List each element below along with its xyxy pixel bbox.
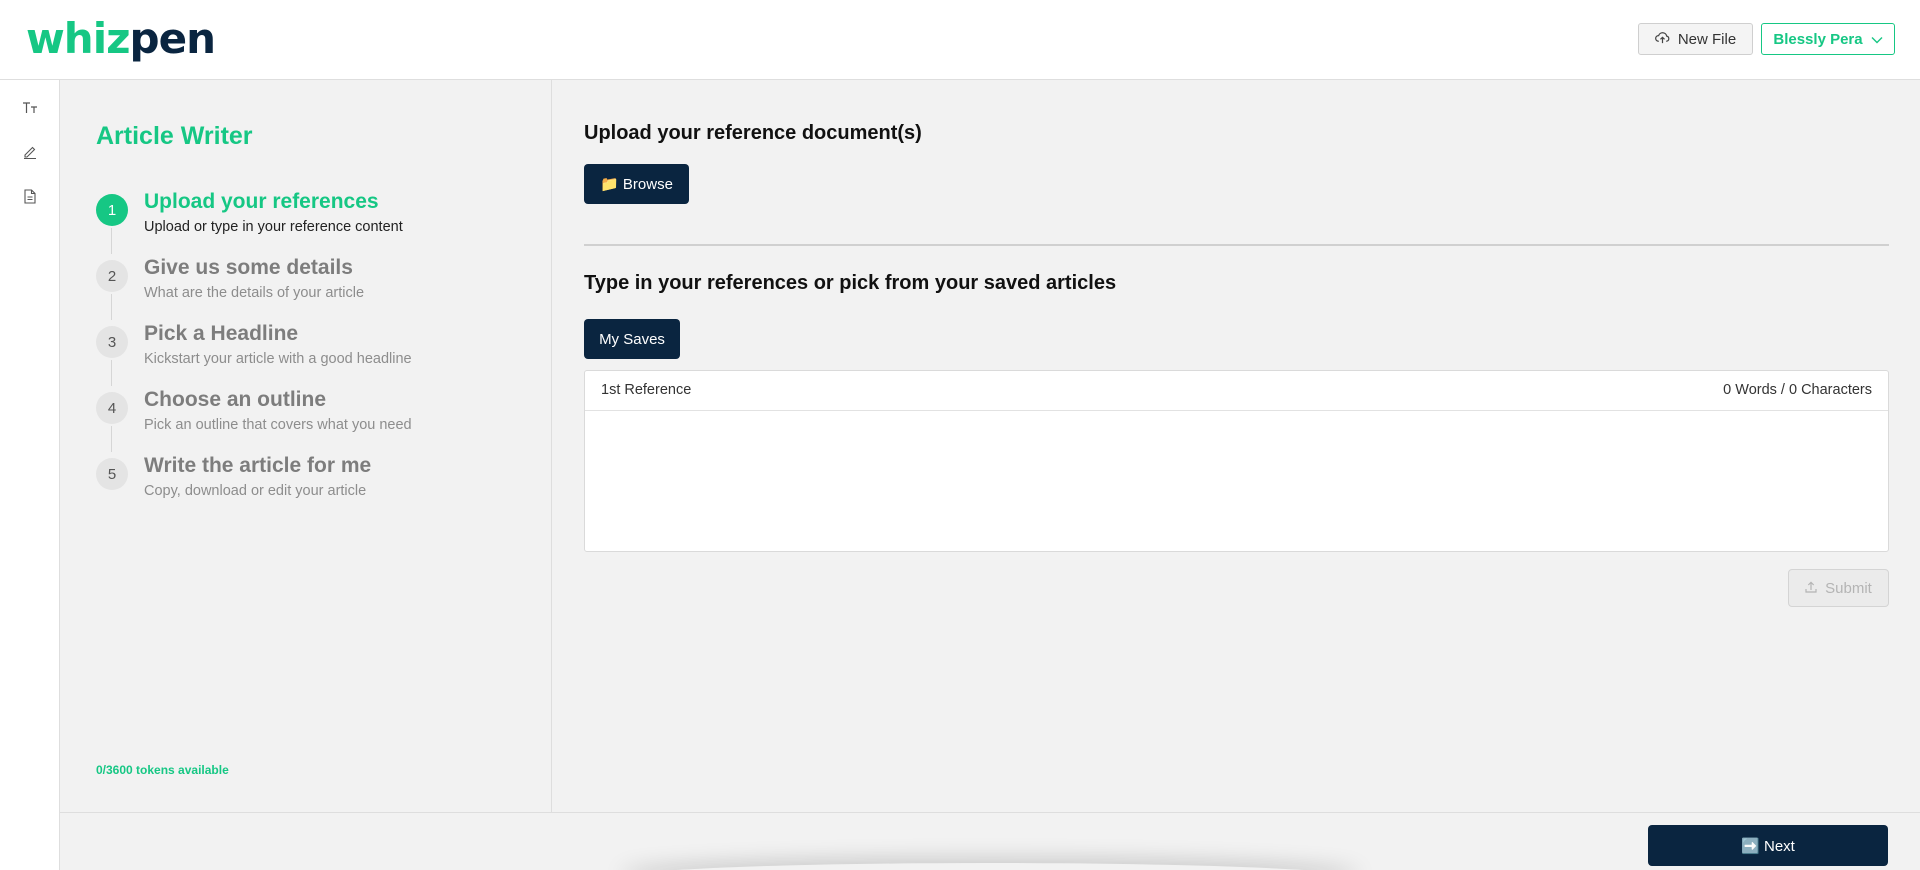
my-saves-button[interactable]: My Saves (584, 319, 680, 359)
step-subtitle: Kickstart your article with a good headl… (144, 351, 412, 367)
step-subtitle: Upload or type in your reference content (144, 219, 403, 235)
step-number: 2 (96, 260, 128, 292)
reference-label: 1st Reference (601, 382, 692, 398)
section-divider (584, 244, 1889, 246)
step-title: Write the article for me (144, 454, 372, 477)
step-title: Give us some details (144, 256, 353, 279)
step-title: Pick a Headline (144, 322, 299, 345)
main-content: Upload your reference document(s) 📁 Brow… (553, 80, 1920, 812)
top-bar: whizpen New File Blessly Pera (0, 0, 1920, 80)
submit-button[interactable]: Submit (1788, 569, 1889, 607)
step-title: Choose an outline (144, 388, 327, 411)
step-title: Upload your references (144, 190, 379, 213)
word-character-count: 0 Words / 0 Characters (1723, 382, 1872, 398)
tokens-available: 0/3600 tokens available (96, 763, 229, 777)
pencil-icon[interactable] (20, 142, 40, 162)
step-number: 4 (96, 392, 128, 424)
type-references-heading: Type in your references or pick from you… (584, 272, 1117, 294)
user-menu-button[interactable]: Blessly Pera (1761, 23, 1895, 55)
document-icon[interactable] (20, 186, 40, 206)
bottom-bar: ➡️ Next (60, 812, 1920, 870)
reference-textarea[interactable] (585, 412, 1888, 551)
new-file-label: New File (1677, 30, 1737, 48)
upload-heading: Upload your reference document(s) (584, 122, 922, 144)
step-number: 3 (96, 326, 128, 358)
step-connector (111, 360, 112, 386)
reference-box: 1st Reference 0 Words / 0 Characters (584, 370, 1889, 552)
new-file-button[interactable]: New File (1638, 23, 1753, 55)
whizpen-logo[interactable]: whizpen (26, 14, 216, 63)
step-connector (111, 294, 112, 320)
user-name: Blessly Pera (1773, 30, 1863, 48)
left-rail (0, 80, 60, 870)
text-size-icon[interactable] (20, 98, 40, 118)
chevron-down-icon (1871, 31, 1883, 48)
step-number: 1 (96, 194, 128, 226)
step-subtitle: Pick an outline that covers what you nee… (144, 417, 412, 433)
panel-title: Article Writer (96, 122, 253, 150)
step-subtitle: Copy, download or edit your article (144, 483, 367, 499)
next-button[interactable]: ➡️ Next (1648, 825, 1888, 866)
bottom-shadow (620, 863, 1360, 870)
logo-part-whiz: whiz (26, 14, 131, 63)
submit-label: Submit (1825, 579, 1872, 597)
step-subtitle: What are the details of your article (144, 285, 365, 301)
cloud-upload-icon (1654, 31, 1670, 48)
reference-header: 1st Reference 0 Words / 0 Characters (585, 371, 1888, 411)
browse-button[interactable]: 📁 Browse (584, 164, 689, 204)
step-number: 5 (96, 458, 128, 490)
upload-icon (1805, 580, 1817, 597)
step-connector (111, 228, 112, 254)
step-connector (111, 426, 112, 452)
logo-part-pen: pen (129, 14, 216, 63)
steps-panel: Article Writer 1 Upload your references … (60, 80, 552, 812)
